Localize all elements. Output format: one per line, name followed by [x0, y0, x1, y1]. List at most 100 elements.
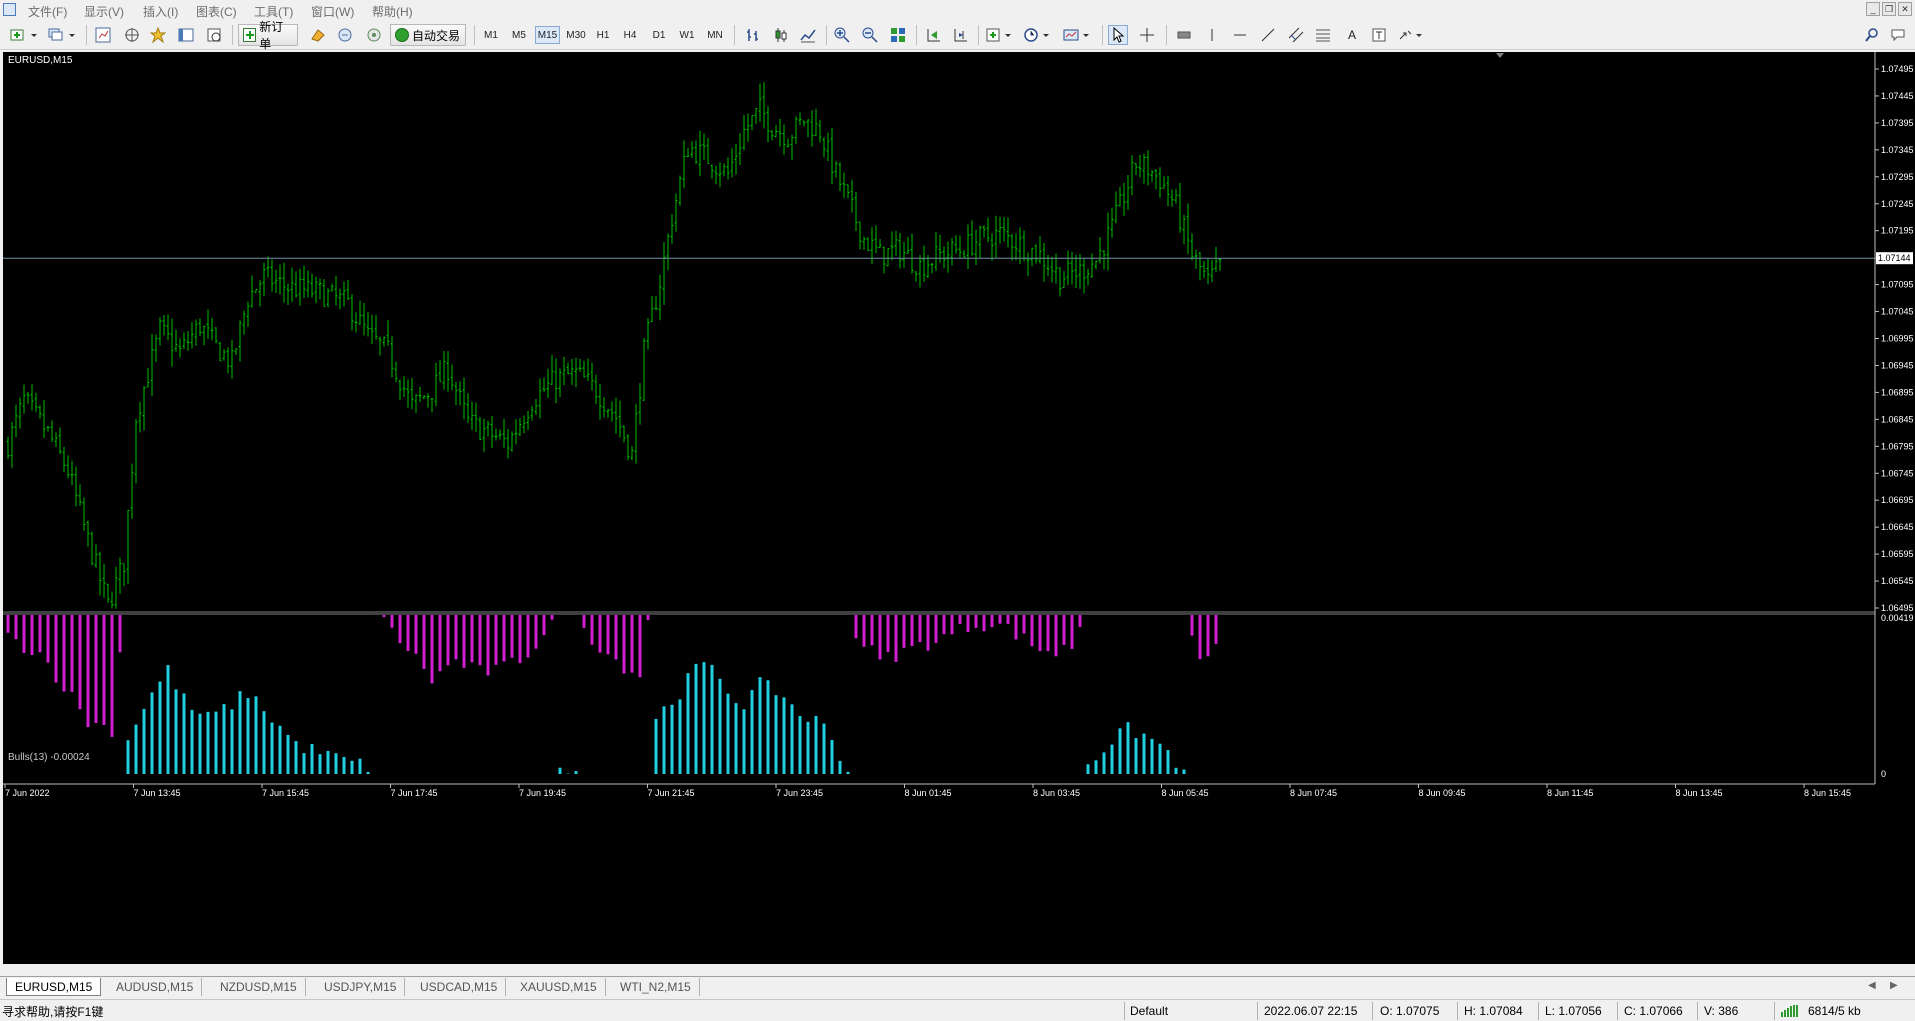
- price-bar: [186, 331, 190, 351]
- close-icon[interactable]: ✕: [1898, 2, 1912, 16]
- price-bar: [134, 418, 138, 484]
- tab-scroll-left-icon[interactable]: ◀: [1868, 980, 1876, 991]
- autotrading-button[interactable]: 自动交易: [390, 24, 466, 46]
- fibonacci-icon[interactable]: [1313, 25, 1333, 45]
- tf-d1[interactable]: D1: [648, 26, 670, 44]
- bulls-bar-negative: [582, 615, 586, 628]
- tab-xauusd[interactable]: XAUUSD,M15: [512, 978, 606, 996]
- tab-wti[interactable]: WTI_N2,M15: [612, 978, 700, 996]
- price-bar: [1006, 217, 1010, 248]
- price-bar: [370, 314, 374, 344]
- price-bar: [102, 564, 106, 598]
- menu-window[interactable]: 窗口(W): [311, 3, 354, 20]
- metaeditor-icon[interactable]: [308, 25, 328, 45]
- market-watch-icon[interactable]: [94, 25, 112, 45]
- menu-view[interactable]: 显示(V): [84, 3, 124, 20]
- text-icon[interactable]: A: [1342, 25, 1362, 45]
- tile-icon[interactable]: [888, 25, 908, 45]
- price-bar: [782, 124, 786, 155]
- tab-scroll-right-icon[interactable]: ▶: [1890, 980, 1898, 991]
- time-tick-label: 8 Jun 03:45: [1033, 788, 1080, 798]
- menu-insert[interactable]: 插入(I): [143, 3, 178, 20]
- tab-usdcad[interactable]: USDCAD,M15: [412, 978, 507, 996]
- tf-h4[interactable]: H4: [619, 26, 641, 44]
- bulls-bar-negative: [62, 615, 66, 692]
- arrows-icon[interactable]: [1396, 25, 1426, 45]
- price-bar: [906, 236, 910, 254]
- tab-usdjpy[interactable]: USDJPY,M15: [316, 978, 406, 996]
- price-bar: [1218, 258, 1222, 271]
- chart-shift-icon[interactable]: [950, 25, 970, 45]
- tf-m15[interactable]: M15: [535, 26, 560, 44]
- price-bar: [226, 347, 230, 374]
- strategy-tester-icon[interactable]: [205, 25, 223, 45]
- autoscroll-icon[interactable]: [923, 25, 943, 45]
- price-bar: [422, 395, 426, 400]
- terminal-icon[interactable]: [177, 25, 195, 45]
- price-bar: [1106, 212, 1110, 271]
- price-bar: [374, 315, 378, 340]
- crosshair-icon[interactable]: [1137, 25, 1157, 45]
- chart-window[interactable]: 1.07495 1.07445 1.07395 1.07345 1.07295 1.072…: [3, 52, 1915, 964]
- tf-h1[interactable]: H1: [592, 26, 614, 44]
- tf-m5[interactable]: M5: [508, 26, 530, 44]
- tf-mn[interactable]: MN: [703, 26, 727, 44]
- templates-icon[interactable]: [1062, 25, 1094, 45]
- menu-charts[interactable]: 图表(C): [196, 3, 237, 20]
- community-icon[interactable]: [364, 25, 384, 45]
- line-chart-icon[interactable]: [798, 25, 818, 45]
- signals-icon[interactable]: [335, 25, 355, 45]
- bulls-bar-negative: [646, 615, 650, 620]
- chat-icon[interactable]: [1888, 25, 1910, 45]
- trendline-icon[interactable]: [1258, 25, 1278, 45]
- profiles-icon[interactable]: [46, 25, 78, 45]
- menu-help[interactable]: 帮助(H): [372, 3, 413, 20]
- zoom-in-icon[interactable]: [832, 25, 852, 45]
- tf-w1[interactable]: W1: [676, 26, 698, 44]
- bulls-bar-negative: [1198, 615, 1202, 660]
- new-order-button[interactable]: 新订单: [238, 20, 298, 51]
- vertical-line-icon[interactable]: [1202, 25, 1222, 45]
- favorites-icon[interactable]: [149, 25, 167, 45]
- tf-m1[interactable]: M1: [480, 26, 502, 44]
- price-bar: [426, 393, 430, 408]
- tf-m30[interactable]: M30: [564, 26, 588, 44]
- price-chart[interactable]: 1.07495 1.07445 1.07395 1.07345 1.07295 1.072…: [3, 52, 1915, 964]
- minimize-icon[interactable]: _: [1866, 2, 1880, 16]
- bulls-bar-negative: [950, 615, 954, 635]
- menu-file[interactable]: 文件(F): [28, 3, 67, 20]
- price-bar: [442, 351, 446, 390]
- bulls-bar-negative: [414, 615, 418, 654]
- navigator-icon[interactable]: [123, 25, 141, 45]
- restore-icon[interactable]: ❐: [1882, 2, 1896, 16]
- status-traffic: 6814/5 kb: [1808, 1004, 1861, 1018]
- label-icon[interactable]: [1174, 25, 1194, 45]
- equidistant-channel-icon[interactable]: [1286, 25, 1306, 45]
- zoom-out-icon[interactable]: [860, 25, 880, 45]
- tab-eurusd[interactable]: EURUSD,M15: [6, 978, 102, 996]
- bulls-bar-negative: [854, 615, 858, 639]
- bulls-bar-positive: [726, 693, 730, 774]
- tab-audusd[interactable]: AUDUSD,M15: [108, 978, 203, 996]
- price-bar: [278, 264, 282, 295]
- periods-icon[interactable]: [1022, 25, 1054, 45]
- indicators-icon[interactable]: [984, 25, 1016, 45]
- price-bar: [382, 336, 386, 347]
- bar-chart-icon[interactable]: [743, 25, 763, 45]
- bulls-bar-positive: [766, 680, 770, 774]
- search-icon[interactable]: [1862, 25, 1882, 45]
- price-bar: [354, 312, 358, 333]
- price-bar: [850, 179, 854, 213]
- candlestick-icon[interactable]: [771, 25, 791, 45]
- bulls-bar-positive: [718, 678, 722, 774]
- price-bar: [18, 397, 22, 429]
- horizontal-line-icon[interactable]: [1230, 25, 1250, 45]
- text-label-icon[interactable]: [1369, 25, 1389, 45]
- app-icon[interactable]: [3, 3, 16, 16]
- new-chart-icon[interactable]: [8, 25, 40, 45]
- cursor-icon[interactable]: [1108, 25, 1128, 45]
- bulls-bar-negative: [1030, 615, 1034, 647]
- price-bar: [958, 235, 962, 258]
- tab-nzdusd[interactable]: NZDUSD,M15: [212, 978, 306, 996]
- price-bar: [654, 296, 658, 311]
